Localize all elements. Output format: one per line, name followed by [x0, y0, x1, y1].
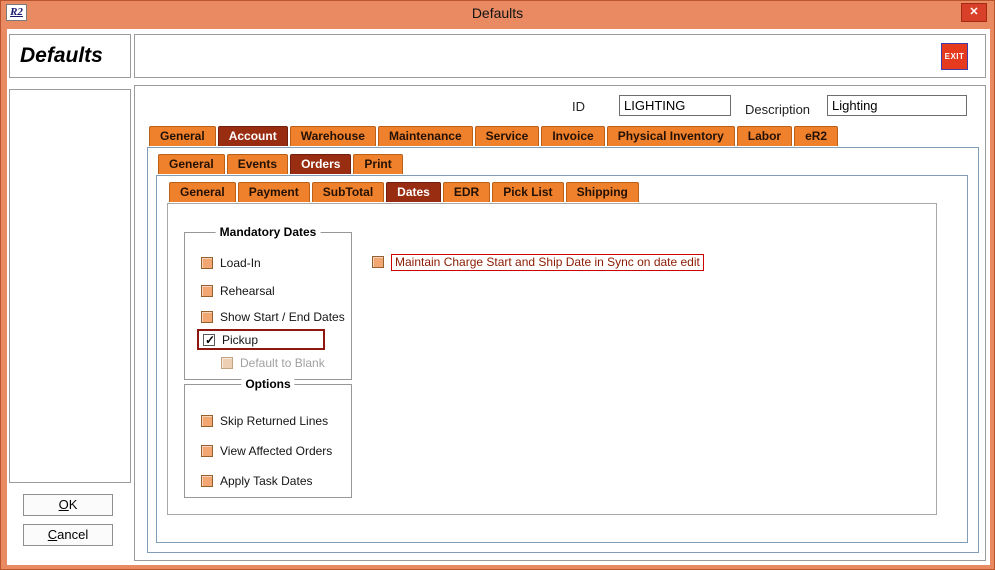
main-tab-bar: General Account Warehouse Maintenance Se…: [149, 126, 838, 146]
view-affected-orders-label: View Affected Orders: [220, 444, 332, 458]
main-tab-invoice[interactable]: Invoice: [541, 126, 604, 146]
sidebar-header: Defaults: [9, 34, 131, 78]
show-start-end-label: Show Start / End Dates: [220, 310, 345, 324]
main-tab-physical-inventory[interactable]: Physical Inventory: [607, 126, 735, 146]
titlebar: R2 Defaults ✕: [1, 1, 994, 25]
options-group: Options Skip Returned Lines View Affecte…: [184, 384, 352, 498]
load-in-row[interactable]: Load-In: [201, 255, 261, 271]
rehearsal-label: Rehearsal: [220, 284, 275, 298]
show-start-end-checkbox[interactable]: [201, 311, 213, 323]
account-tab-orders[interactable]: Orders: [290, 154, 351, 174]
window-title: Defaults: [1, 5, 994, 21]
toolbar: EXIT: [134, 34, 986, 78]
description-input[interactable]: [827, 95, 967, 116]
orders-tab-dates[interactable]: Dates: [386, 182, 441, 202]
close-button[interactable]: ✕: [961, 3, 987, 22]
page-title: Defaults: [10, 35, 130, 77]
load-in-label: Load-In: [220, 256, 261, 270]
sidebar-listbox[interactable]: [9, 89, 131, 483]
mandatory-dates-title: Mandatory Dates: [216, 225, 321, 239]
description-label: Description: [745, 102, 810, 117]
orders-tab-shipping[interactable]: Shipping: [566, 182, 639, 202]
main-tab-er2[interactable]: eR2: [794, 126, 838, 146]
main-tab-general[interactable]: General: [149, 126, 216, 146]
options-title: Options: [241, 377, 294, 391]
sync-checkbox[interactable]: [372, 256, 384, 268]
default-to-blank-label: Default to Blank: [240, 356, 325, 370]
account-tab-general[interactable]: General: [158, 154, 225, 174]
orders-tab-bar: General Payment SubTotal Dates EDR Pick …: [169, 182, 639, 202]
apply-task-dates-row[interactable]: Apply Task Dates: [201, 473, 313, 489]
cancel-button[interactable]: Cancel: [23, 524, 113, 546]
load-in-checkbox[interactable]: [201, 257, 213, 269]
orders-tab-edr[interactable]: EDR: [443, 182, 490, 202]
orders-tab-pick-list[interactable]: Pick List: [492, 182, 563, 202]
pickup-checkbox[interactable]: [203, 334, 215, 346]
dates-content-panel: Mandatory Dates Load-In Rehearsal: [167, 203, 937, 515]
window-body: Defaults OK Cancel EXIT ID Description G…: [7, 29, 990, 565]
exit-button[interactable]: EXIT: [941, 43, 968, 70]
view-affected-orders-checkbox[interactable]: [201, 445, 213, 457]
defaults-window: R2 Defaults ✕ Defaults OK Cancel EXIT ID…: [0, 0, 995, 570]
show-start-end-row[interactable]: Show Start / End Dates: [201, 309, 345, 325]
view-affected-orders-row[interactable]: View Affected Orders: [201, 443, 332, 459]
apply-task-dates-label: Apply Task Dates: [220, 474, 313, 488]
skip-returned-lines-row[interactable]: Skip Returned Lines: [201, 413, 328, 429]
apply-task-dates-checkbox[interactable]: [201, 475, 213, 487]
main-tab-account[interactable]: Account: [218, 126, 288, 146]
pickup-row[interactable]: Pickup: [203, 332, 258, 348]
pickup-label: Pickup: [222, 333, 258, 347]
id-input[interactable]: [619, 95, 731, 116]
account-tab-print[interactable]: Print: [353, 154, 402, 174]
mandatory-dates-group: Mandatory Dates Load-In Rehearsal: [184, 232, 352, 380]
main-panel: ID Description General Account Warehouse…: [134, 85, 986, 561]
skip-returned-lines-label: Skip Returned Lines: [220, 414, 328, 428]
pickup-focus-ring: Pickup: [197, 329, 325, 350]
ok-button[interactable]: OK: [23, 494, 113, 516]
default-to-blank-row[interactable]: Default to Blank: [221, 355, 325, 371]
account-tab-bar: General Events Orders Print: [158, 154, 403, 174]
account-tab-events[interactable]: Events: [227, 154, 288, 174]
orders-tab-general[interactable]: General: [169, 182, 236, 202]
main-tab-service[interactable]: Service: [475, 126, 540, 146]
account-panel: General Events Orders Print General Paym…: [147, 147, 979, 553]
main-tab-maintenance[interactable]: Maintenance: [378, 126, 473, 146]
orders-tab-payment[interactable]: Payment: [238, 182, 310, 202]
default-to-blank-checkbox[interactable]: [221, 357, 233, 369]
skip-returned-lines-checkbox[interactable]: [201, 415, 213, 427]
sync-label: Maintain Charge Start and Ship Date in S…: [391, 254, 704, 271]
main-tab-labor[interactable]: Labor: [737, 126, 792, 146]
sync-row[interactable]: Maintain Charge Start and Ship Date in S…: [372, 254, 704, 270]
orders-panel: General Payment SubTotal Dates EDR Pick …: [156, 175, 968, 543]
main-tab-warehouse[interactable]: Warehouse: [290, 126, 376, 146]
orders-tab-subtotal[interactable]: SubTotal: [312, 182, 384, 202]
id-label: ID: [572, 99, 585, 114]
rehearsal-row[interactable]: Rehearsal: [201, 283, 275, 299]
rehearsal-checkbox[interactable]: [201, 285, 213, 297]
